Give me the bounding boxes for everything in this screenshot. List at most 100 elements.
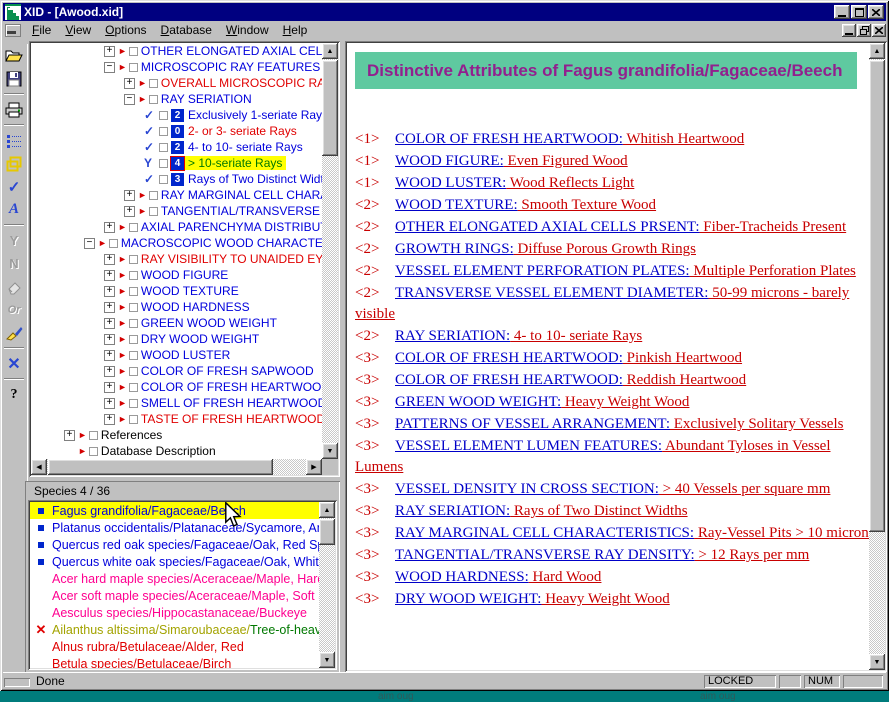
tree-checkbox[interactable] — [129, 223, 138, 232]
attribute-name-link[interactable]: GROWTH RINGS: — [395, 241, 514, 257]
attribute-name-link[interactable]: COLOR OF FRESH HEARTWOOD: — [395, 350, 623, 366]
attribute-name-link[interactable]: DRY WOOD WEIGHT: — [395, 591, 541, 607]
tree-expander[interactable]: + — [104, 222, 115, 233]
mdi-restore-button[interactable] — [857, 24, 871, 37]
tree-expander[interactable]: + — [104, 318, 115, 329]
tree-item[interactable]: +►SMELL OF FRESH HEARTWOOD — [31, 395, 322, 411]
yes-icon[interactable]: Y — [2, 230, 26, 251]
tree-checkbox[interactable] — [129, 255, 138, 264]
scroll-down-button[interactable]: ▼ — [322, 443, 338, 459]
eraser-icon[interactable] — [2, 276, 26, 297]
tree-expander[interactable]: + — [104, 398, 115, 409]
tree-expander[interactable]: − — [84, 238, 95, 249]
attribute-name-link[interactable]: TRANSVERSE VESSEL ELEMENT DIAMETER: — [395, 285, 708, 301]
document-icon[interactable] — [5, 24, 21, 37]
tree-item[interactable]: +►COLOR OF FRESH HEARTWOOD — [31, 379, 322, 395]
attributes-vertical-scrollbar[interactable]: ▲ ▼ — [869, 43, 885, 670]
tree-item[interactable]: ✓3Rays of Two Distinct Widths — [31, 171, 322, 187]
attribute-value-link[interactable]: Pinkish Heartwood — [623, 350, 742, 366]
species-list-item[interactable]: Quercus red oak species/Fagaceae/Oak, Re… — [30, 536, 319, 553]
tree-item[interactable]: +►WOOD HARDNESS — [31, 299, 322, 315]
attribute-value-link[interactable]: Heavy Weight Wood — [561, 394, 689, 410]
species-vertical-scrollbar[interactable]: ▲ ▼ — [319, 502, 335, 668]
attribute-value-link[interactable]: > 40 Vessels per square mm — [659, 481, 831, 497]
scroll-up-button[interactable]: ▲ — [322, 43, 338, 59]
attribute-name-link[interactable]: RAY SERIATION: — [395, 328, 510, 344]
tree-checkbox[interactable] — [129, 367, 138, 376]
scroll-down-button[interactable]: ▼ — [869, 654, 885, 670]
attribute-value-link[interactable]: Multiple Perforation Plates — [690, 263, 856, 279]
tree-item[interactable]: +►References — [31, 427, 322, 443]
list-icon[interactable] — [2, 130, 26, 151]
attribute-value-link[interactable]: Rays of Two Distinct Widths — [510, 503, 687, 519]
tree-item[interactable]: +►RAY VISIBILITY TO UNAIDED EYE — [31, 251, 322, 267]
attribute-name-link[interactable]: PATTERNS OF VESSEL ARRANGEMENT: — [395, 416, 670, 432]
attribute-value-link[interactable]: 4- to 10- seriate Rays — [510, 328, 642, 344]
attribute-name-link[interactable]: VESSEL DENSITY IN CROSS SECTION: — [395, 481, 659, 497]
title-bar[interactable]: XID - [Awood.xid] — [3, 3, 886, 21]
attribute-name-link[interactable]: VESSEL ELEMENT PERFORATION PLATES: — [395, 263, 690, 279]
tree-checkbox[interactable] — [109, 239, 118, 248]
tree-item[interactable]: +►RAY MARGINAL CELL CHARACTERIST — [31, 187, 322, 203]
tree-expander[interactable]: + — [104, 254, 115, 265]
tree-hscroll-thumb[interactable] — [48, 459, 273, 475]
print-icon[interactable] — [2, 99, 26, 120]
scroll-right-button[interactable]: ▶ — [306, 459, 322, 475]
attribute-value-link[interactable]: Smooth Texture Wood — [518, 197, 656, 213]
attribute-value-link[interactable]: Reddish Heartwood — [623, 372, 746, 388]
tree-expander[interactable]: + — [104, 382, 115, 393]
attribute-value-link[interactable]: Wood Reflects Light — [506, 175, 634, 191]
tree-expander[interactable]: + — [124, 190, 135, 201]
tree-checkbox[interactable] — [149, 191, 158, 200]
no-icon[interactable]: N — [2, 253, 26, 274]
attribute-name-link[interactable]: WOOD TEXTURE: — [395, 197, 518, 213]
tree-checkbox[interactable] — [149, 207, 158, 216]
species-list-item[interactable]: Betula species/Betulaceae/Birch — [30, 655, 319, 668]
tree-item[interactable]: +►OTHER ELONGATED AXIAL CELLS PRSEN — [31, 43, 322, 59]
tree-checkbox[interactable] — [129, 399, 138, 408]
mdi-minimize-button[interactable] — [842, 24, 856, 37]
attribute-value-link[interactable]: > 12 Rays per mm — [695, 547, 810, 563]
tree-item[interactable]: +►WOOD LUSTER — [31, 347, 322, 363]
scroll-down-button[interactable]: ▼ — [319, 652, 335, 668]
tree-item[interactable]: +►COLOR OF FRESH SAPWOOD — [31, 363, 322, 379]
tree-checkbox[interactable] — [129, 287, 138, 296]
or-icon[interactable]: Or — [2, 299, 26, 320]
scroll-up-button[interactable]: ▲ — [319, 502, 335, 518]
tree-expander[interactable]: + — [104, 366, 115, 377]
tree-checkbox[interactable] — [129, 335, 138, 344]
save-icon[interactable] — [2, 68, 26, 89]
attribute-value-link[interactable]: Even Figured Wood — [504, 153, 628, 169]
attribute-name-link[interactable]: RAY SERIATION: — [395, 503, 510, 519]
tree-scroll-thumb[interactable] — [322, 60, 338, 156]
species-list-item[interactable]: Quercus white oak species/Fagaceae/Oak, … — [30, 553, 319, 570]
tree-checkbox[interactable] — [129, 383, 138, 392]
tree-expander[interactable]: − — [124, 94, 135, 105]
tree-item[interactable]: Y4> 10-seriate Rays — [31, 155, 322, 171]
cascade-icon[interactable] — [2, 153, 26, 174]
menu-file[interactable]: File — [25, 22, 58, 38]
species-list-item[interactable]: Alnus rubra/Betulaceae/Alder, Red — [30, 638, 319, 655]
attribute-name-link[interactable]: COLOR OF FRESH HEARTWOOD: — [395, 372, 623, 388]
tree-expander[interactable]: + — [104, 286, 115, 297]
attribute-name-link[interactable]: VESSEL ELEMENT LUMEN FEATURES: — [395, 438, 662, 454]
attribute-name-link[interactable]: TANGENTIAL/TRANSVERSE RAY DENSITY: — [395, 547, 695, 563]
attribute-name-link[interactable]: WOOD HARDNESS: — [395, 569, 529, 585]
tree-checkbox[interactable] — [159, 127, 168, 136]
species-list-item[interactable]: ✕Ailanthus altissima/Simaroubaceae/Tree-… — [30, 621, 319, 638]
tree-checkbox[interactable] — [129, 63, 138, 72]
tree-checkbox[interactable] — [129, 319, 138, 328]
menu-view[interactable]: View — [58, 22, 98, 38]
open-icon[interactable] — [2, 45, 26, 66]
menu-help[interactable]: Help — [276, 22, 315, 38]
tree-item[interactable]: +►WOOD FIGURE — [31, 267, 322, 283]
species-scroll-thumb[interactable] — [319, 519, 335, 545]
attribute-value-link[interactable]: Hard Wood — [529, 569, 602, 585]
tree-checkbox[interactable] — [129, 47, 138, 56]
tree-checkbox[interactable] — [159, 159, 168, 168]
maximize-button[interactable] — [851, 5, 867, 19]
attribute-name-link[interactable]: OTHER ELONGATED AXIAL CELLS PRSENT: — [395, 219, 700, 235]
menu-options[interactable]: Options — [98, 22, 153, 38]
attribute-name-link[interactable]: WOOD LUSTER: — [395, 175, 506, 191]
tree-checkbox[interactable] — [149, 95, 158, 104]
